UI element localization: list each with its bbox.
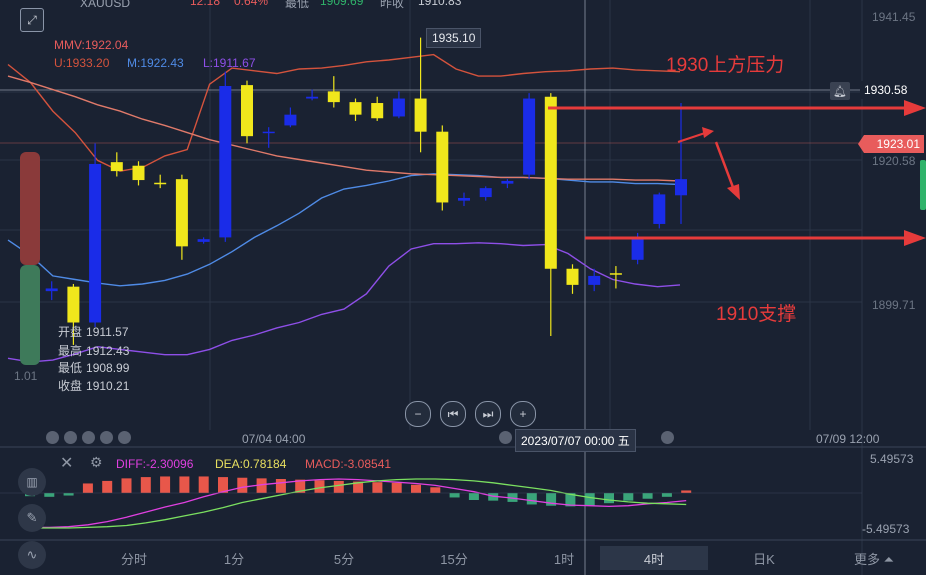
candle (436, 125, 449, 211)
macd-diff-value: DIFF:-2.30096 (116, 457, 194, 471)
candles-icon[interactable]: ▥ (18, 468, 46, 496)
macd-bar (121, 478, 132, 493)
tab-0[interactable]: 分时 (80, 546, 188, 570)
macd-bar (526, 493, 537, 505)
time-axis-right: 07/09 12:00 (816, 432, 880, 446)
macd-bar (411, 484, 421, 493)
zoom-out-button[interactable]: − (405, 401, 431, 427)
close-readout: 收盘 1910.21 (58, 379, 130, 393)
tab-2[interactable]: 5分 (290, 546, 398, 570)
macd-bar (468, 493, 479, 500)
tab-3[interactable]: 15分 (400, 546, 508, 570)
candle (523, 93, 536, 180)
tab-6[interactable]: 日K (710, 546, 818, 570)
macd-bar (198, 476, 209, 493)
macd-bar (430, 487, 441, 493)
alert-price-label: 1930.58 (860, 81, 912, 99)
low-label: 最低 (285, 0, 310, 10)
macd-bar (372, 482, 383, 493)
crosshair-price-label: 1935.10 (426, 28, 482, 48)
current-price-tag: 1923.01 (858, 135, 924, 153)
axis-price-mid: 1920.58 (872, 154, 916, 168)
volume-gauge-red (20, 152, 40, 265)
indicator-icon[interactable]: ∿ (18, 541, 46, 569)
macd-axis-top: 5.49573 (870, 452, 914, 466)
candle (241, 80, 253, 144)
mmv-value: MMV:1922.04 (54, 38, 129, 52)
macd-bar (661, 493, 672, 497)
macd-dea-value: DEA:0.78184 (215, 457, 287, 471)
support-annotation: 1910支撑 (716, 304, 797, 325)
candle (653, 192, 666, 229)
expand-icon[interactable]: ⤢ (20, 8, 44, 32)
scroll-dot[interactable] (661, 431, 674, 444)
left-edge-value: 1.01 (14, 369, 38, 383)
macd-bar (82, 483, 93, 493)
macd-bar (63, 493, 74, 496)
mid-band-value: M:1922.43 (127, 56, 184, 70)
axis-price-low: 1899.71 (872, 298, 916, 312)
zoom-in-button[interactable]: + (510, 401, 536, 427)
time-axis-left: 07/04 04:00 (242, 432, 306, 446)
draw-icon[interactable]: ✎ (18, 504, 46, 532)
tab-1[interactable]: 1分 (180, 546, 288, 570)
upper-band-value: U:1933.20 (54, 56, 110, 70)
macd-bar (604, 493, 614, 504)
price-scroll-handle[interactable] (920, 160, 926, 210)
lower-band-value: L:1911.67 (203, 56, 256, 70)
prev-close-label: 昨收 (380, 0, 405, 10)
jump-start-button[interactable]: ⏮ (440, 401, 466, 427)
jump-end-button[interactable]: ⏭ (475, 401, 501, 427)
macd-bar (623, 493, 634, 501)
price-chart[interactable] (0, 0, 926, 575)
symbol-label: XAUUSD (80, 0, 131, 10)
high-readout: 最高 1912.43 (58, 344, 130, 358)
macd-bar (391, 482, 402, 493)
macd-bar (642, 493, 653, 499)
macd-bar (140, 477, 151, 493)
low-readout: 最低 1908.99 (58, 361, 130, 375)
scroll-dots-left[interactable] (46, 431, 131, 444)
candle (89, 143, 102, 327)
macd-bar (314, 480, 325, 493)
open-readout: 开盘 1911.57 (58, 325, 129, 339)
axis-price-top: 1941.45 (872, 10, 916, 24)
macd-bar (584, 493, 595, 506)
macd-bar (237, 477, 248, 493)
bell-icon[interactable]: 🔔︎ (830, 82, 850, 100)
crosshair-time-label: 2023/07/07 00:00 五 (515, 429, 636, 452)
scroll-dot[interactable] (499, 431, 512, 444)
macd-value: MACD:-3.08541 (305, 457, 392, 471)
macd-bar (44, 493, 55, 497)
macd-bar (449, 493, 460, 498)
candle (219, 71, 232, 242)
settings-icon[interactable]: ⚙ (90, 454, 103, 471)
prev-close-value: 1910.83 (418, 0, 462, 8)
tab-7[interactable]: 更多 ⏶ (820, 546, 926, 570)
resistance-annotation: 1930上方压力 (666, 55, 785, 76)
tab-5[interactable]: 4时 (600, 546, 708, 570)
macd-bar (160, 476, 171, 493)
macd-bar (275, 479, 286, 493)
close-icon[interactable]: ✕ (60, 453, 73, 473)
volume-gauge-green (20, 265, 40, 365)
low-value: 1909.69 (320, 0, 364, 8)
macd-bar (681, 490, 692, 493)
macd-axis-bottom: -5.49573 (862, 522, 910, 536)
macd-bar (102, 480, 113, 493)
macd-bar (333, 480, 344, 493)
change-value: 12.18 (190, 0, 221, 8)
macd-bar (179, 476, 190, 493)
change-percent: 0.64% (234, 0, 269, 8)
